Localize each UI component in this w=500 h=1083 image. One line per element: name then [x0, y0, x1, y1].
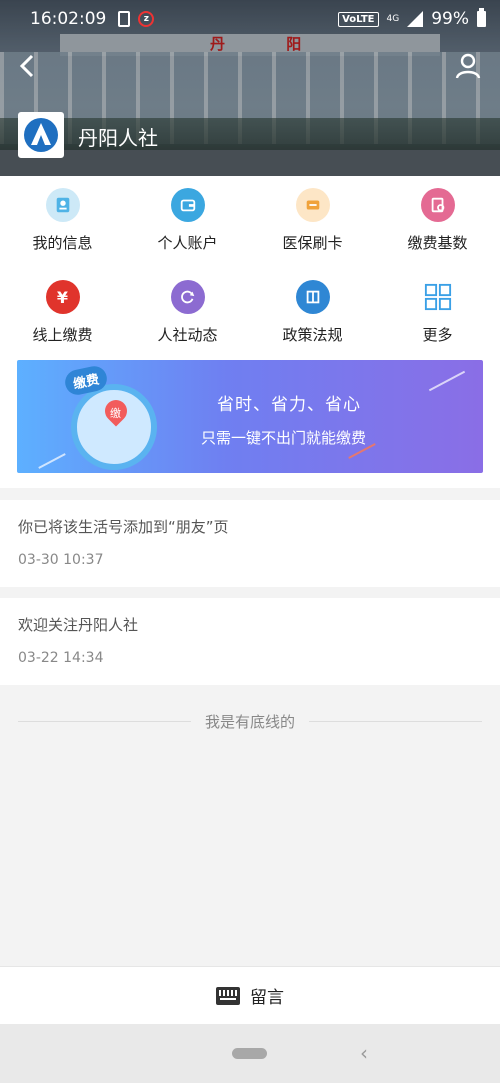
book-icon [295, 280, 330, 314]
grid-item-medical-card[interactable]: 医保刷卡 [250, 188, 375, 280]
grid-label: 人社动态 [157, 326, 218, 344]
home-pill[interactable] [232, 1048, 267, 1059]
grid-item-payment-base[interactable]: 缴费基数 [375, 188, 500, 280]
network-type: 4G [386, 14, 400, 24]
grid-label: 医保刷卡 [282, 234, 343, 252]
grid-item-more[interactable]: 更多 [375, 280, 500, 372]
message-item[interactable]: 欢迎关注丹阳人社 03-22 14:34 [0, 598, 500, 685]
grid-label: 更多 [422, 326, 453, 344]
grid-item-news[interactable]: 人社动态 [125, 280, 250, 372]
notification-icon: z [138, 11, 155, 27]
org-logo [18, 112, 64, 158]
back-button[interactable] [14, 52, 42, 80]
profile-button[interactable] [454, 52, 482, 80]
keyboard-icon [216, 986, 240, 1005]
signal-icon [407, 11, 424, 27]
grid-label: 线上缴费 [32, 326, 93, 344]
message-title: 欢迎关注丹阳人社 [18, 616, 139, 634]
card-icon [295, 188, 330, 222]
status-time: 16:02:09 [30, 9, 107, 29]
volte-badge: VoLTE [338, 11, 379, 27]
end-text: 我是有底线的 [205, 713, 296, 731]
grid-icon [421, 280, 455, 314]
user-icon [455, 53, 481, 79]
status-bar: 16:02:09 z VoLTE 4G 99% [0, 0, 500, 38]
grid-label: 我的信息 [32, 234, 93, 252]
service-grid: 我的信息 个人账户 医保刷卡 缴费基数 ¥ 线上缴费 人社动态 政策法规 更多 [0, 176, 500, 360]
banner-illustration [71, 384, 157, 470]
payment-banner[interactable]: 缴 缴费 省时、省力、省心 只需一键不出门就能缴费 [17, 360, 483, 473]
wallet-icon [170, 188, 205, 222]
grid-label: 政策法规 [282, 326, 343, 344]
grid-item-personal-account[interactable]: 个人账户 [125, 188, 250, 280]
banner-coin-char: 缴 [110, 407, 121, 420]
back-arrow-icon [19, 54, 34, 78]
battery-saver-icon [118, 11, 131, 27]
system-back-icon[interactable]: ‹ [360, 1041, 368, 1065]
message-time: 03-22 14:34 [18, 650, 104, 666]
banner-section: 缴 缴费 省时、省力、省心 只需一键不出门就能缴费 [0, 360, 500, 488]
grid-item-online-payment[interactable]: ¥ 线上缴费 [0, 280, 125, 372]
org-name: 丹阳人社 [78, 126, 158, 150]
end-of-list: 我是有底线的 [18, 711, 483, 732]
yen-icon: ¥ [45, 280, 80, 314]
system-nav-bar: ‹ [0, 1024, 500, 1083]
grid-label: 个人账户 [157, 234, 218, 252]
message-item[interactable]: 你已将该生活号添加到“朋友”页 03-30 10:37 [0, 500, 500, 587]
battery-percent: 99% [431, 9, 469, 29]
id-card-icon [45, 188, 80, 222]
message-title: 你已将该生活号添加到“朋友”页 [18, 518, 229, 536]
message-time: 03-30 10:37 [18, 552, 104, 568]
banner-headline: 省时、省力、省心 [217, 395, 361, 415]
grid-label: 缴费基数 [407, 234, 468, 252]
grid-item-my-info[interactable]: 我的信息 [0, 188, 125, 280]
battery-icon [477, 8, 486, 27]
grid-item-policy[interactable]: 政策法规 [250, 280, 375, 372]
comment-bar[interactable]: 留言 [0, 966, 500, 1024]
refresh-icon [170, 280, 205, 314]
logo-icon [24, 118, 58, 152]
comment-label: 留言 [250, 988, 284, 1008]
banner-subline: 只需一键不出门就能缴费 [201, 429, 367, 447]
invoice-icon [420, 188, 455, 222]
